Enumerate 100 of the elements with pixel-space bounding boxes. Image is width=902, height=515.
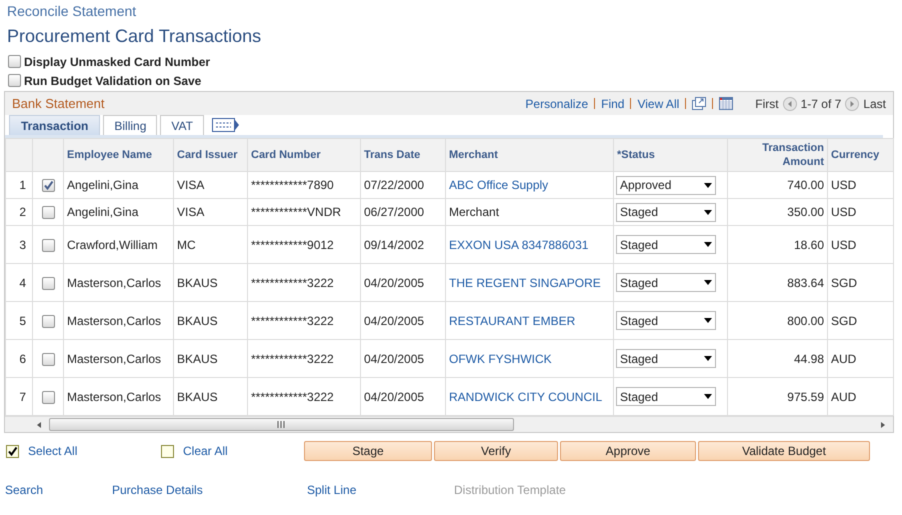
table-cell: Masterson,Carlos (67, 352, 162, 366)
page-link[interactable]: Search (5, 481, 112, 499)
page-link[interactable]: Purchase Details (112, 481, 307, 499)
table-cell: 07/22/2000 (364, 178, 424, 192)
table-cell: SGD (831, 314, 858, 328)
checkbox[interactable] (42, 238, 54, 252)
horizontal-scrollbar[interactable] (5, 416, 893, 432)
toolbar-link[interactable]: View All (637, 94, 680, 112)
grid-title: Bank Statement (12, 94, 104, 113)
dropdown-arrow-icon (704, 318, 712, 323)
spreadsheet-icon[interactable] (719, 97, 734, 110)
table-cell: ************3222 (251, 390, 334, 404)
table-cell: 18.60 (794, 238, 824, 252)
show-all-columns-icon[interactable] (212, 118, 240, 132)
table-cell: 09/14/2002 (364, 238, 424, 252)
table-cell: BKAUS (177, 352, 218, 366)
table-cell: BKAUS (177, 314, 218, 328)
checkbox[interactable] (42, 390, 54, 404)
table-cell: ************9012 (251, 238, 334, 252)
last-label: Last (863, 96, 886, 112)
previous-icon[interactable] (782, 96, 797, 110)
checkbox[interactable] (161, 444, 174, 458)
checkbox[interactable] (8, 55, 21, 68)
action-button[interactable]: Stage (304, 441, 432, 461)
row-number: 1 (19, 178, 26, 192)
table-cell: AUD (831, 390, 856, 404)
status-dropdown[interactable]: Staged (616, 273, 716, 292)
table-cell: 04/20/2005 (364, 352, 424, 366)
table-cell: Masterson,Carlos (67, 276, 162, 290)
status-dropdown[interactable]: Staged (616, 235, 716, 254)
checkbox[interactable] (8, 74, 21, 87)
first-label: First (755, 96, 779, 112)
table-cell: 04/20/2005 (364, 314, 424, 328)
select-all-link[interactable]: Select All (28, 442, 78, 460)
row-number: 2 (19, 205, 26, 219)
checkbox[interactable] (42, 352, 54, 366)
row-number: 5 (19, 314, 26, 328)
status-dropdown[interactable]: Staged (616, 311, 716, 330)
page-link: Distribution Template (454, 482, 567, 499)
table-cell: Crawford,William (67, 238, 158, 252)
table-cell: 44.98 (794, 352, 824, 366)
table-cell: USD (831, 238, 856, 252)
table-cell: Angelini,Gina (67, 205, 138, 219)
table-cell: 740.00 (787, 178, 824, 192)
table-cell: Masterson,Carlos (67, 314, 162, 328)
table-cell: 06/27/2000 (364, 205, 424, 219)
table-cell: ************VNDR (251, 205, 342, 219)
table-cell: 800.00 (787, 314, 824, 328)
next-icon[interactable] (845, 96, 860, 110)
dropdown-arrow-icon (704, 356, 712, 361)
table-cell: 04/20/2005 (364, 390, 424, 404)
tab[interactable]: VAT (160, 115, 204, 135)
table-cell: Masterson,Carlos (67, 390, 162, 404)
row-number: 7 (19, 390, 26, 404)
clear-all-link[interactable]: Clear All (183, 442, 228, 460)
checkbox[interactable] (42, 314, 54, 328)
checkbox[interactable] (42, 206, 54, 220)
new-window-icon[interactable] (692, 97, 706, 110)
checkbox[interactable] (6, 444, 19, 458)
dropdown-arrow-icon (704, 182, 712, 188)
status-dropdown[interactable]: Staged (616, 349, 716, 368)
row-number: 3 (19, 238, 26, 252)
table-cell: MC (177, 238, 196, 252)
table-cell: BKAUS (177, 276, 218, 290)
dropdown-arrow-icon (704, 242, 712, 247)
table-cell: VISA (177, 205, 204, 219)
page-title: Procurement Card Transactions (6, 25, 262, 48)
toolbar-link[interactable]: Personalize (525, 94, 588, 112)
table-cell: ************3222 (251, 314, 334, 328)
table-cell: 975.59 (787, 390, 824, 404)
tab[interactable]: Billing (103, 115, 158, 135)
action-button[interactable]: Validate Budget (698, 441, 870, 461)
status-dropdown[interactable]: Staged (616, 202, 716, 222)
scrollbar-thumb[interactable] (49, 418, 514, 431)
toolbar-link[interactable]: Find (601, 94, 624, 112)
checkbox[interactable] (42, 276, 54, 290)
table-cell: AUD (831, 352, 856, 366)
table-cell: SGD (831, 276, 858, 290)
table-cell: USD (831, 205, 856, 219)
table-cell: ************3222 (251, 276, 334, 290)
checkbox[interactable] (42, 179, 54, 192)
row-range: 1-7 of 7 (800, 96, 842, 112)
page-link[interactable]: Split Line (307, 481, 454, 499)
status-dropdown[interactable]: Staged (616, 387, 716, 406)
checkbox-label: Display Unmasked Card Number (24, 54, 210, 70)
table-cell: Angelini,Gina (67, 178, 138, 192)
table-cell: BKAUS (177, 390, 218, 404)
action-button[interactable]: Verify (434, 441, 558, 461)
dropdown-arrow-icon (704, 394, 712, 399)
breadcrumb: Reconcile Statement (6, 2, 138, 20)
table-cell: USD (831, 178, 856, 192)
row-number: 4 (19, 276, 26, 290)
table-cell: Merchant (449, 205, 500, 219)
table-cell: VISA (177, 178, 204, 192)
action-button[interactable]: Approve (560, 441, 696, 461)
table-cell: 350.00 (787, 205, 824, 219)
tab[interactable]: Transaction (9, 115, 100, 135)
status-dropdown[interactable]: Approved (616, 176, 716, 194)
table-cell: 04/20/2005 (364, 276, 424, 290)
table-cell: ************7890 (251, 178, 334, 192)
